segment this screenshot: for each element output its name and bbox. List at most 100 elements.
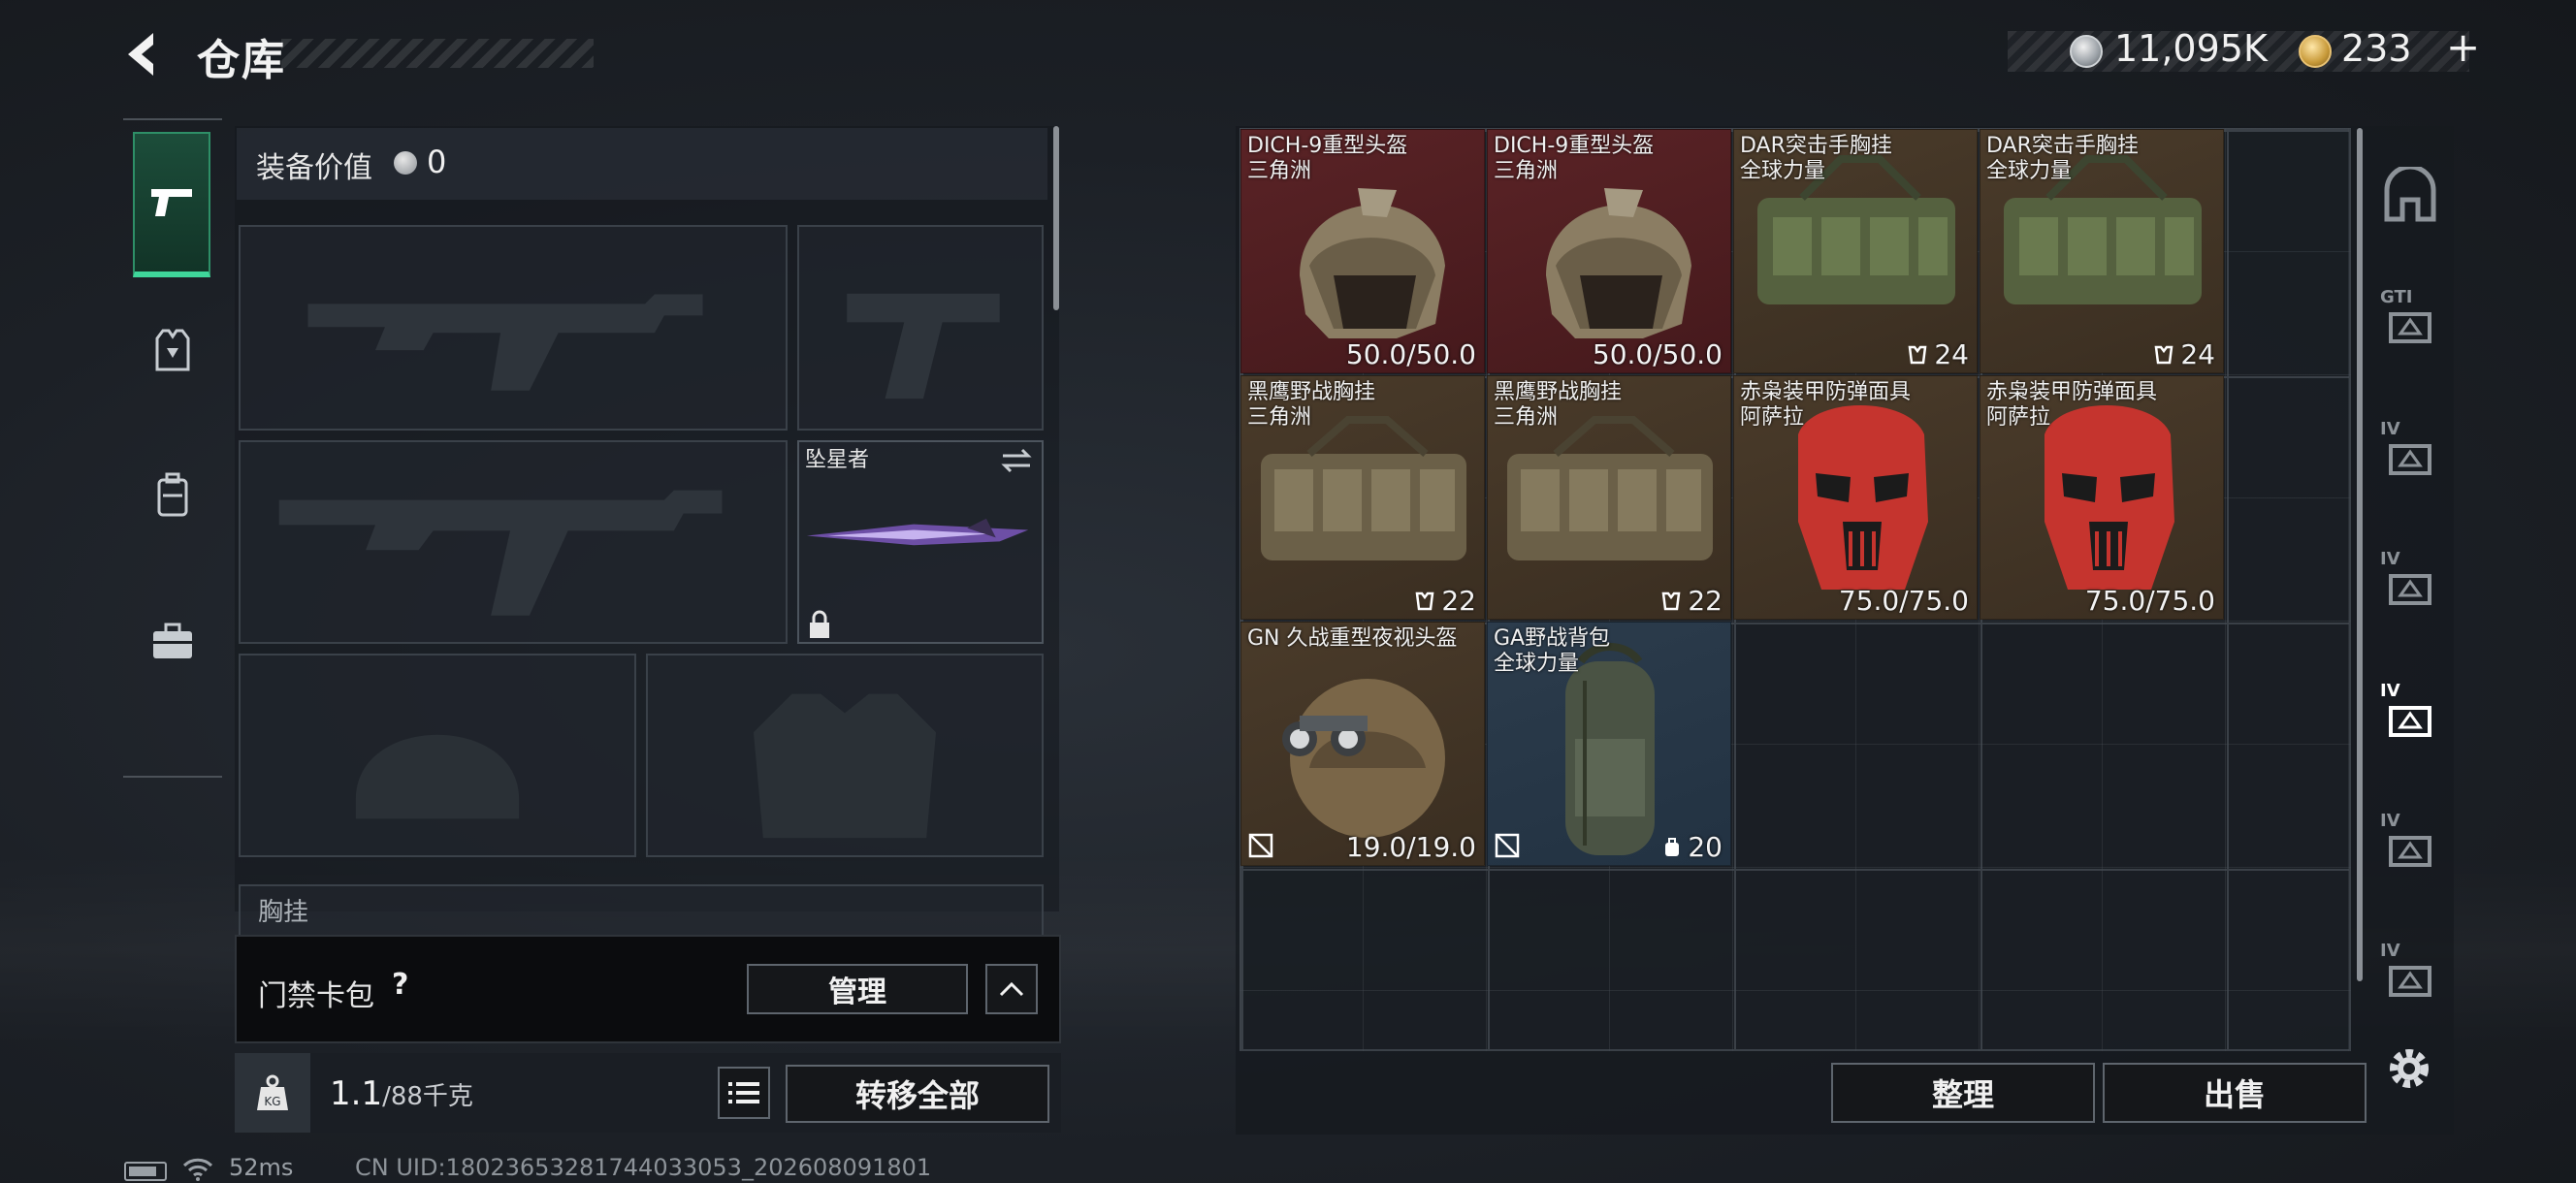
silver-currency-amount: 11,095K: [2114, 27, 2268, 70]
chest-rig-label: 胸挂: [258, 898, 309, 927]
equipment-value: 0: [427, 144, 447, 180]
help-icon[interactable]: ?: [392, 968, 408, 1002]
storage-icon[interactable]: [2378, 161, 2442, 231]
page-title: 仓库: [197, 36, 286, 85]
gold-coin-icon: [2299, 35, 2332, 68]
grid-capacity-icon: [2153, 338, 2180, 370]
gear-icon[interactable]: [2382, 1041, 2436, 1096]
back-arrow-icon[interactable]: [116, 27, 171, 81]
item-durability-or-capacity: 50.0/50.0: [1592, 338, 1723, 370]
sort-button[interactable]: 整理: [1831, 1063, 2095, 1123]
body-armor-slot[interactable]: [646, 654, 1044, 857]
tier4-helmet-icon[interactable]: IV: [2378, 549, 2442, 619]
grid-capacity-icon: [1907, 338, 1934, 370]
item-durability-or-capacity: 19.0/19.0: [1345, 831, 1476, 863]
warehouse-item[interactable]: 赤枭装甲防弹面具 阿萨拉 75.0/75.0: [1980, 375, 2224, 620]
warehouse-item[interactable]: DAR突击手胸挂 全球力量 24: [1733, 129, 1978, 373]
tier4-selected-icon[interactable]: IV: [2378, 681, 2442, 751]
wifi-icon: [182, 1156, 213, 1183]
item-name: DAR突击手胸挂 全球力量: [1740, 134, 1892, 183]
item-durability-or-capacity: 22: [1660, 585, 1723, 617]
uid-text: CN UID:18023653281744033053_202608091801: [355, 1154, 932, 1181]
weight-value: 1.1/88千克: [330, 1074, 473, 1113]
add-currency-button[interactable]: +: [2446, 23, 2480, 71]
vest-icon: [155, 329, 190, 371]
pistol-slot[interactable]: [797, 225, 1044, 431]
tab-weapons[interactable]: [133, 132, 210, 277]
transfer-all-button[interactable]: 转移全部: [786, 1065, 1049, 1123]
armor-silhouette-icon: [753, 693, 937, 839]
melee-item-name: 坠星者: [805, 448, 870, 472]
item-name: 赤枭装甲防弹面具 阿萨拉: [1740, 380, 1912, 430]
warehouse-item[interactable]: GN 久战重型夜视头盔 19.0/19.0: [1240, 622, 1485, 866]
sell-button[interactable]: 出售: [2103, 1063, 2367, 1123]
tab-armor[interactable]: [123, 277, 222, 423]
tab-backpack[interactable]: [123, 423, 222, 568]
warehouse-item[interactable]: 黑鹰野战胸挂 三角洲 22: [1487, 375, 1731, 620]
collapse-button[interactable]: [985, 964, 1038, 1014]
weight-icon-box: KG: [235, 1053, 310, 1133]
tier4-medkit-icon[interactable]: IV: [2378, 941, 2442, 1010]
manage-button[interactable]: 管理: [747, 964, 968, 1014]
no-sell-icon: [1495, 833, 1520, 858]
equipment-scrollbar[interactable]: [1053, 126, 1059, 310]
tab-kit[interactable]: [123, 568, 222, 714]
item-name: GN 久战重型夜视头盔: [1247, 626, 1458, 651]
secondary-weapon-slot[interactable]: [239, 440, 788, 644]
warehouse-scrollbar[interactable]: [2357, 128, 2363, 981]
chevron-up-icon: [999, 981, 1024, 997]
grid-capacity-icon: [1660, 585, 1688, 617]
tier4-weapon-icon[interactable]: IV: [2378, 811, 2442, 880]
warehouse-item[interactable]: DICH-9重型头盔 三角洲 50.0/50.0: [1487, 129, 1731, 373]
pistol-silhouette-icon: [847, 293, 1000, 400]
warehouse-item[interactable]: 赤枭装甲防弹面具 阿萨拉 75.0/75.0: [1733, 375, 1978, 620]
item-name: GA野战背包 全球力量: [1494, 626, 1611, 676]
lock-icon: [810, 610, 829, 638]
gold-currency-amount: 233: [2341, 27, 2412, 70]
helmet-silhouette-icon: [355, 734, 520, 819]
warehouse-item[interactable]: DAR突击手胸挂 全球力量 24: [1980, 129, 2224, 373]
item-durability-or-capacity: 75.0/75.0: [1838, 585, 1969, 617]
tier4-armor-icon[interactable]: IV: [2378, 419, 2442, 489]
helmet-slot[interactable]: [239, 654, 636, 857]
rail-tier-label: IV: [2380, 811, 2400, 831]
item-name: DICH-9重型头盔 三角洲: [1247, 134, 1408, 183]
warehouse-item[interactable]: GA野战背包 全球力量 20: [1487, 622, 1731, 866]
gti-crate-icon[interactable]: GTI: [2378, 287, 2442, 357]
item-durability-or-capacity: 50.0/50.0: [1345, 338, 1476, 370]
rifle-silhouette-icon: [278, 490, 723, 616]
list-icon: [728, 1082, 759, 1103]
warehouse-item[interactable]: DICH-9重型头盔 三角洲 50.0/50.0: [1240, 129, 1485, 373]
keycard-pack-label: 门禁卡包: [258, 979, 374, 1013]
grid-capacity-icon: [1414, 585, 1441, 617]
rail-tier-label: GTI: [2380, 287, 2413, 307]
rifle-silhouette-icon: [307, 294, 703, 391]
svg-text:KG: KG: [264, 1095, 280, 1108]
rail-tier-label: IV: [2380, 419, 2400, 439]
rail-tier-label: IV: [2380, 941, 2400, 961]
item-durability-or-capacity: 22: [1414, 585, 1476, 617]
rail-tier-label: IV: [2380, 681, 2400, 701]
item-name: DICH-9重型头盔 三角洲: [1494, 134, 1655, 183]
warehouse-item[interactable]: 黑鹰野战胸挂 三角洲 22: [1240, 375, 1485, 620]
item-name: 黑鹰野战胸挂 三角洲: [1247, 380, 1376, 430]
silver-coin-icon: [394, 151, 417, 175]
battery-icon: [124, 1162, 167, 1181]
item-durability-or-capacity: 24: [2153, 338, 2215, 370]
swap-icon[interactable]: [999, 446, 1034, 475]
primary-weapon-slot[interactable]: [239, 225, 788, 431]
item-durability-or-capacity: 20: [1662, 831, 1723, 863]
weight-kg-icon: KG: [257, 1074, 288, 1110]
item-name: 黑鹰野战胸挂 三角洲: [1494, 380, 1623, 430]
item-durability-or-capacity: 75.0/75.0: [2084, 585, 2215, 617]
list-view-button[interactable]: [718, 1067, 770, 1119]
category-tab-bar: [123, 118, 222, 778]
weight-max: /88千克: [382, 1082, 473, 1111]
ping-text: 52ms: [229, 1154, 294, 1181]
header-stripe-decoration: [281, 39, 594, 68]
rail-tier-label: IV: [2380, 549, 2400, 569]
no-sell-icon: [1248, 833, 1273, 858]
silver-coin-icon: [2070, 35, 2103, 68]
chest-rig-slot[interactable]: [239, 884, 1044, 943]
briefcase-icon: [153, 623, 192, 658]
